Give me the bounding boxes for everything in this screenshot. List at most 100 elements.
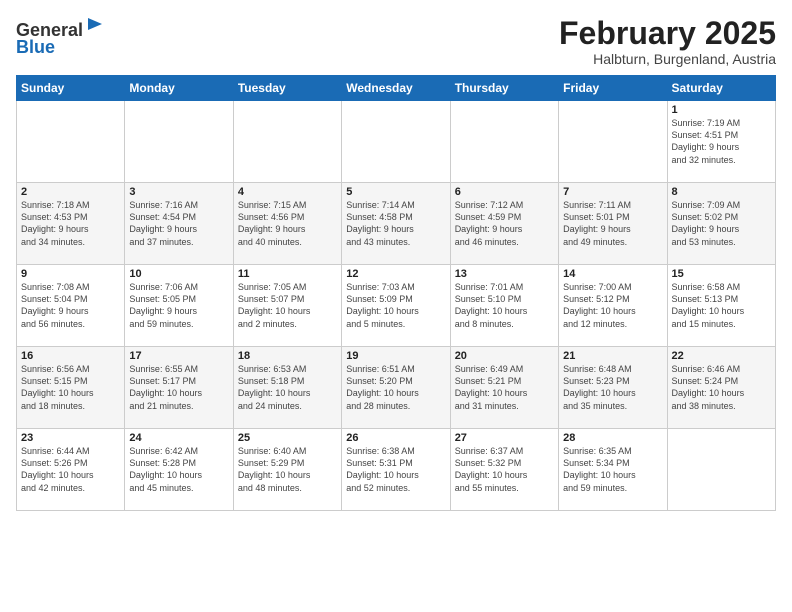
day-number: 27 — [455, 432, 554, 444]
table-row: 20Sunrise: 6:49 AM Sunset: 5:21 PM Dayli… — [450, 347, 558, 429]
cell-info: Sunrise: 7:00 AM Sunset: 5:12 PM Dayligh… — [563, 281, 662, 330]
table-row — [450, 101, 558, 183]
cell-info: Sunrise: 6:53 AM Sunset: 5:18 PM Dayligh… — [238, 363, 337, 412]
cell-info: Sunrise: 6:56 AM Sunset: 5:15 PM Dayligh… — [21, 363, 120, 412]
day-number: 13 — [455, 268, 554, 280]
day-number: 16 — [21, 350, 120, 362]
table-row: 26Sunrise: 6:38 AM Sunset: 5:31 PM Dayli… — [342, 429, 450, 511]
day-number: 26 — [346, 432, 445, 444]
day-number: 1 — [672, 104, 771, 116]
day-number: 22 — [672, 350, 771, 362]
table-row — [559, 101, 667, 183]
cell-info: Sunrise: 6:40 AM Sunset: 5:29 PM Dayligh… — [238, 445, 337, 494]
table-row: 5Sunrise: 7:14 AM Sunset: 4:58 PM Daylig… — [342, 183, 450, 265]
table-row: 12Sunrise: 7:03 AM Sunset: 5:09 PM Dayli… — [342, 265, 450, 347]
cell-info: Sunrise: 7:08 AM Sunset: 5:04 PM Dayligh… — [21, 281, 120, 330]
table-row: 22Sunrise: 6:46 AM Sunset: 5:24 PM Dayli… — [667, 347, 775, 429]
calendar-header-row: Sunday Monday Tuesday Wednesday Thursday… — [17, 76, 776, 101]
cell-info: Sunrise: 6:49 AM Sunset: 5:21 PM Dayligh… — [455, 363, 554, 412]
col-friday: Friday — [559, 76, 667, 101]
cell-info: Sunrise: 6:35 AM Sunset: 5:34 PM Dayligh… — [563, 445, 662, 494]
cell-info: Sunrise: 7:06 AM Sunset: 5:05 PM Dayligh… — [129, 281, 228, 330]
day-number: 20 — [455, 350, 554, 362]
logo: General Blue — [16, 16, 105, 58]
cell-info: Sunrise: 6:44 AM Sunset: 5:26 PM Dayligh… — [21, 445, 120, 494]
table-row: 13Sunrise: 7:01 AM Sunset: 5:10 PM Dayli… — [450, 265, 558, 347]
cell-info: Sunrise: 6:46 AM Sunset: 5:24 PM Dayligh… — [672, 363, 771, 412]
cell-info: Sunrise: 6:58 AM Sunset: 5:13 PM Dayligh… — [672, 281, 771, 330]
day-number: 21 — [563, 350, 662, 362]
day-number: 18 — [238, 350, 337, 362]
table-row: 14Sunrise: 7:00 AM Sunset: 5:12 PM Dayli… — [559, 265, 667, 347]
table-row: 7Sunrise: 7:11 AM Sunset: 5:01 PM Daylig… — [559, 183, 667, 265]
calendar-week-row: 9Sunrise: 7:08 AM Sunset: 5:04 PM Daylig… — [17, 265, 776, 347]
table-row: 28Sunrise: 6:35 AM Sunset: 5:34 PM Dayli… — [559, 429, 667, 511]
cell-info: Sunrise: 7:15 AM Sunset: 4:56 PM Dayligh… — [238, 199, 337, 248]
col-thursday: Thursday — [450, 76, 558, 101]
table-row — [342, 101, 450, 183]
table-row: 10Sunrise: 7:06 AM Sunset: 5:05 PM Dayli… — [125, 265, 233, 347]
table-row: 17Sunrise: 6:55 AM Sunset: 5:17 PM Dayli… — [125, 347, 233, 429]
cell-info: Sunrise: 7:05 AM Sunset: 5:07 PM Dayligh… — [238, 281, 337, 330]
table-row — [233, 101, 341, 183]
table-row: 6Sunrise: 7:12 AM Sunset: 4:59 PM Daylig… — [450, 183, 558, 265]
cell-info: Sunrise: 7:14 AM Sunset: 4:58 PM Dayligh… — [346, 199, 445, 248]
day-number: 17 — [129, 350, 228, 362]
cell-info: Sunrise: 7:12 AM Sunset: 4:59 PM Dayligh… — [455, 199, 554, 248]
day-number: 23 — [21, 432, 120, 444]
table-row — [667, 429, 775, 511]
table-row: 9Sunrise: 7:08 AM Sunset: 5:04 PM Daylig… — [17, 265, 125, 347]
cell-info: Sunrise: 6:48 AM Sunset: 5:23 PM Dayligh… — [563, 363, 662, 412]
header: General Blue February 2025 Halbturn, Bur… — [16, 16, 776, 67]
day-number: 24 — [129, 432, 228, 444]
calendar-subtitle: Halbturn, Burgenland, Austria — [559, 51, 776, 67]
calendar-title: February 2025 — [559, 16, 776, 51]
day-number: 8 — [672, 186, 771, 198]
table-row: 21Sunrise: 6:48 AM Sunset: 5:23 PM Dayli… — [559, 347, 667, 429]
cell-info: Sunrise: 6:42 AM Sunset: 5:28 PM Dayligh… — [129, 445, 228, 494]
col-tuesday: Tuesday — [233, 76, 341, 101]
table-row: 4Sunrise: 7:15 AM Sunset: 4:56 PM Daylig… — [233, 183, 341, 265]
table-row: 8Sunrise: 7:09 AM Sunset: 5:02 PM Daylig… — [667, 183, 775, 265]
col-monday: Monday — [125, 76, 233, 101]
calendar-table: Sunday Monday Tuesday Wednesday Thursday… — [16, 75, 776, 511]
day-number: 2 — [21, 186, 120, 198]
table-row — [125, 101, 233, 183]
day-number: 12 — [346, 268, 445, 280]
page: General Blue February 2025 Halbturn, Bur… — [0, 0, 792, 612]
table-row: 15Sunrise: 6:58 AM Sunset: 5:13 PM Dayli… — [667, 265, 775, 347]
col-saturday: Saturday — [667, 76, 775, 101]
cell-info: Sunrise: 7:11 AM Sunset: 5:01 PM Dayligh… — [563, 199, 662, 248]
calendar-week-row: 2Sunrise: 7:18 AM Sunset: 4:53 PM Daylig… — [17, 183, 776, 265]
table-row: 2Sunrise: 7:18 AM Sunset: 4:53 PM Daylig… — [17, 183, 125, 265]
day-number: 5 — [346, 186, 445, 198]
table-row: 11Sunrise: 7:05 AM Sunset: 5:07 PM Dayli… — [233, 265, 341, 347]
cell-info: Sunrise: 6:55 AM Sunset: 5:17 PM Dayligh… — [129, 363, 228, 412]
cell-info: Sunrise: 7:19 AM Sunset: 4:51 PM Dayligh… — [672, 117, 771, 166]
day-number: 15 — [672, 268, 771, 280]
day-number: 6 — [455, 186, 554, 198]
calendar-week-row: 23Sunrise: 6:44 AM Sunset: 5:26 PM Dayli… — [17, 429, 776, 511]
day-number: 19 — [346, 350, 445, 362]
day-number: 14 — [563, 268, 662, 280]
cell-info: Sunrise: 6:38 AM Sunset: 5:31 PM Dayligh… — [346, 445, 445, 494]
day-number: 25 — [238, 432, 337, 444]
title-block: February 2025 Halbturn, Burgenland, Aust… — [559, 16, 776, 67]
calendar-week-row: 1Sunrise: 7:19 AM Sunset: 4:51 PM Daylig… — [17, 101, 776, 183]
calendar-week-row: 16Sunrise: 6:56 AM Sunset: 5:15 PM Dayli… — [17, 347, 776, 429]
cell-info: Sunrise: 6:37 AM Sunset: 5:32 PM Dayligh… — [455, 445, 554, 494]
day-number: 4 — [238, 186, 337, 198]
day-number: 10 — [129, 268, 228, 280]
day-number: 3 — [129, 186, 228, 198]
table-row: 18Sunrise: 6:53 AM Sunset: 5:18 PM Dayli… — [233, 347, 341, 429]
cell-info: Sunrise: 7:09 AM Sunset: 5:02 PM Dayligh… — [672, 199, 771, 248]
table-row: 16Sunrise: 6:56 AM Sunset: 5:15 PM Dayli… — [17, 347, 125, 429]
table-row: 3Sunrise: 7:16 AM Sunset: 4:54 PM Daylig… — [125, 183, 233, 265]
cell-info: Sunrise: 7:16 AM Sunset: 4:54 PM Dayligh… — [129, 199, 228, 248]
table-row: 27Sunrise: 6:37 AM Sunset: 5:32 PM Dayli… — [450, 429, 558, 511]
table-row: 23Sunrise: 6:44 AM Sunset: 5:26 PM Dayli… — [17, 429, 125, 511]
cell-info: Sunrise: 6:51 AM Sunset: 5:20 PM Dayligh… — [346, 363, 445, 412]
table-row: 25Sunrise: 6:40 AM Sunset: 5:29 PM Dayli… — [233, 429, 341, 511]
cell-info: Sunrise: 7:18 AM Sunset: 4:53 PM Dayligh… — [21, 199, 120, 248]
cell-info: Sunrise: 7:03 AM Sunset: 5:09 PM Dayligh… — [346, 281, 445, 330]
